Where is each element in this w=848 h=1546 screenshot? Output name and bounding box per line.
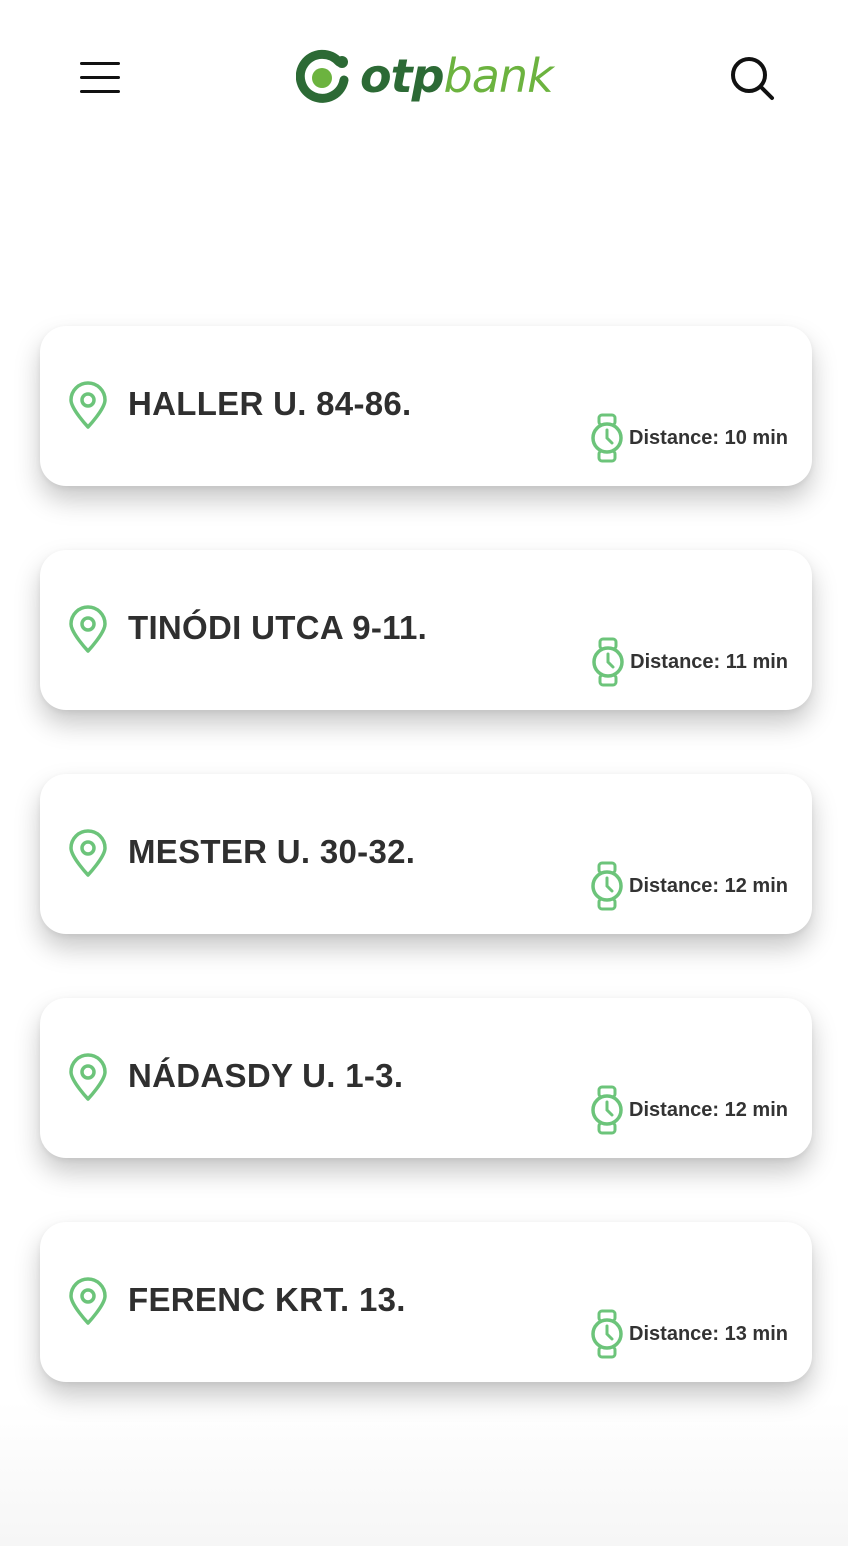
location-pin-icon: [69, 381, 107, 429]
watch-icon: [592, 637, 624, 687]
distance-text: Distance: 12 min: [629, 1098, 788, 1121]
branch-distance: Distance: 12 min: [589, 1084, 788, 1136]
branch-card[interactable]: MESTER U. 30-32. Distance: 12 min: [40, 774, 812, 934]
branch-card[interactable]: NÁDASDY U. 1-3. Distance: 12 min: [40, 998, 812, 1158]
search-icon: [731, 57, 774, 100]
branch-card[interactable]: TINÓDI UTCA 9-11. Distance: 11 min: [40, 550, 812, 710]
location-pin-icon: [69, 605, 107, 653]
distance-text: Distance: 12 min: [629, 874, 788, 897]
branch-distance: Distance: 12 min: [589, 860, 788, 912]
otp-bank-logo[interactable]: otpbank: [296, 46, 554, 106]
branch-distance: Distance: 11 min: [590, 636, 788, 688]
branch-distance: Distance: 10 min: [589, 412, 788, 464]
location-pin-icon: [69, 1053, 107, 1101]
branch-name: TINÓDI UTCA 9-11.: [128, 609, 428, 646]
branch-name: FERENC KRT. 13.: [128, 1281, 406, 1318]
watch-icon: [591, 1085, 623, 1135]
branch-list: HALLER U. 84-86. Distance: 10 min TINÓDI…: [40, 326, 812, 1446]
watch-icon: [591, 861, 623, 911]
watch-icon: [591, 413, 623, 463]
hamburger-menu-icon: [80, 62, 120, 65]
watch-icon: [591, 1309, 623, 1359]
distance-text: Distance: 10 min: [629, 426, 788, 449]
branch-name: NÁDASDY U. 1-3.: [128, 1057, 404, 1094]
branch-name: HALLER U. 84-86.: [128, 385, 412, 422]
branch-card[interactable]: FERENC KRT. 13. Distance: 13 min: [40, 1222, 812, 1382]
branch-distance: Distance: 13 min: [589, 1308, 788, 1360]
logo-text-otp: otp: [360, 49, 445, 103]
hamburger-menu-icon: [80, 76, 120, 79]
otp-logo-mark-icon: [296, 49, 349, 103]
search-button[interactable]: [726, 52, 778, 104]
app-header: otpbank: [0, 0, 848, 160]
logo-text: otpbank: [360, 46, 554, 106]
logo-text-bank: bank: [443, 49, 554, 103]
hamburger-menu-icon: [80, 90, 120, 93]
distance-text: Distance: 13 min: [629, 1322, 788, 1345]
menu-button[interactable]: [76, 58, 124, 98]
distance-text: Distance: 11 min: [630, 650, 788, 673]
branch-card[interactable]: HALLER U. 84-86. Distance: 10 min: [40, 326, 812, 486]
location-pin-icon: [69, 829, 107, 877]
location-pin-icon: [69, 1277, 107, 1325]
branch-name: MESTER U. 30-32.: [128, 833, 416, 870]
